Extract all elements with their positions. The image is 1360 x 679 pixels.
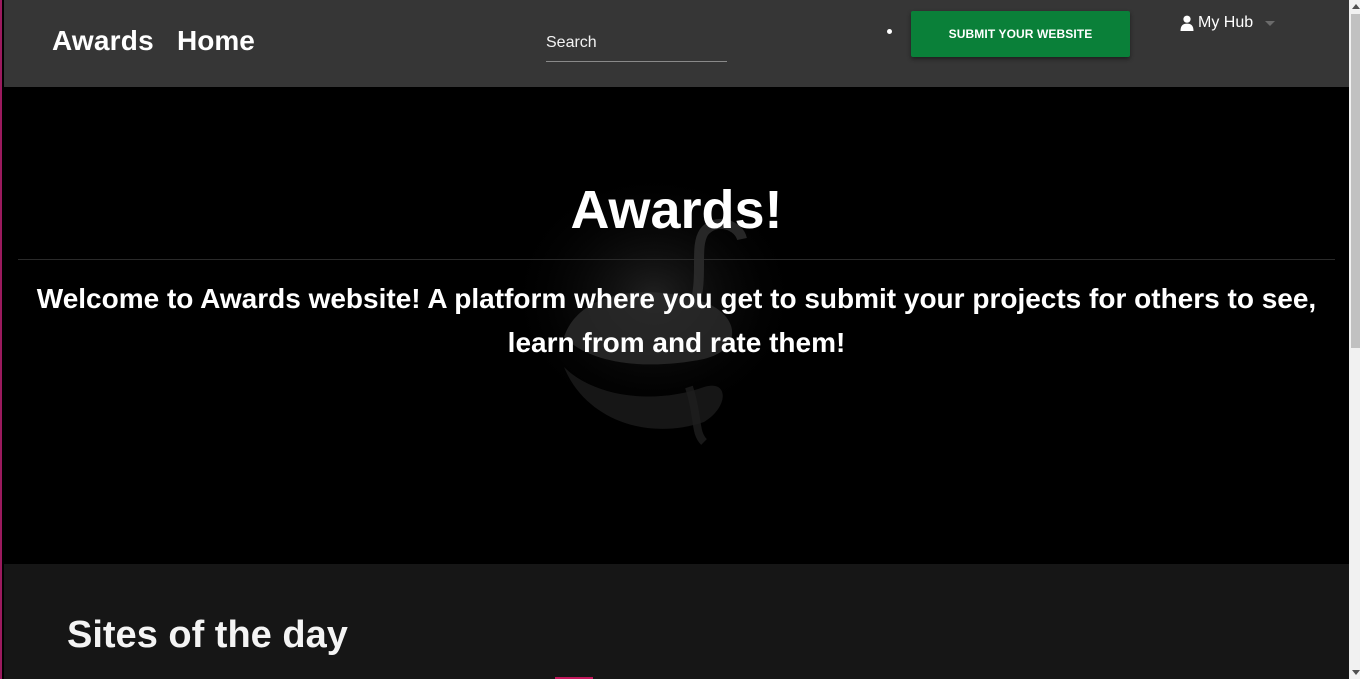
scroll-down-arrow-icon[interactable]: [1352, 670, 1360, 675]
hero-title: Awards!: [570, 180, 783, 240]
hero-banner: Awards! Welcome to Awards website! A pla…: [4, 87, 1349, 564]
user-icon: [1180, 15, 1194, 31]
submit-website-button[interactable]: SUBMIT YOUR WEBSITE: [911, 11, 1130, 57]
page: Awards Home SUBMIT YOUR WEBSITE My Hub: [0, 0, 1360, 679]
search-input[interactable]: [546, 28, 727, 58]
sites-of-the-day-section: Sites of the day: [4, 564, 1349, 679]
my-hub-label: My Hub: [1198, 14, 1254, 31]
hero-description: Welcome to Awards website! A platform wh…: [36, 283, 1317, 358]
top-navbar: Awards Home SUBMIT YOUR WEBSITE My Hub: [4, 0, 1349, 87]
home-link[interactable]: Home: [177, 25, 255, 57]
chevron-down-icon: [1265, 20, 1276, 26]
brand-link[interactable]: Awards: [52, 25, 154, 57]
section-title: Sites of the day: [67, 614, 348, 656]
scrollbar-thumb[interactable]: [1351, 14, 1360, 348]
search-field: [546, 28, 727, 62]
scroll-up-arrow-icon[interactable]: [1352, 4, 1360, 9]
my-hub-dropdown[interactable]: My Hub: [1180, 14, 1276, 32]
hero-divider: [18, 259, 1335, 260]
vertical-scrollbar[interactable]: [1349, 0, 1360, 679]
list-bullet-dot: [887, 29, 892, 34]
